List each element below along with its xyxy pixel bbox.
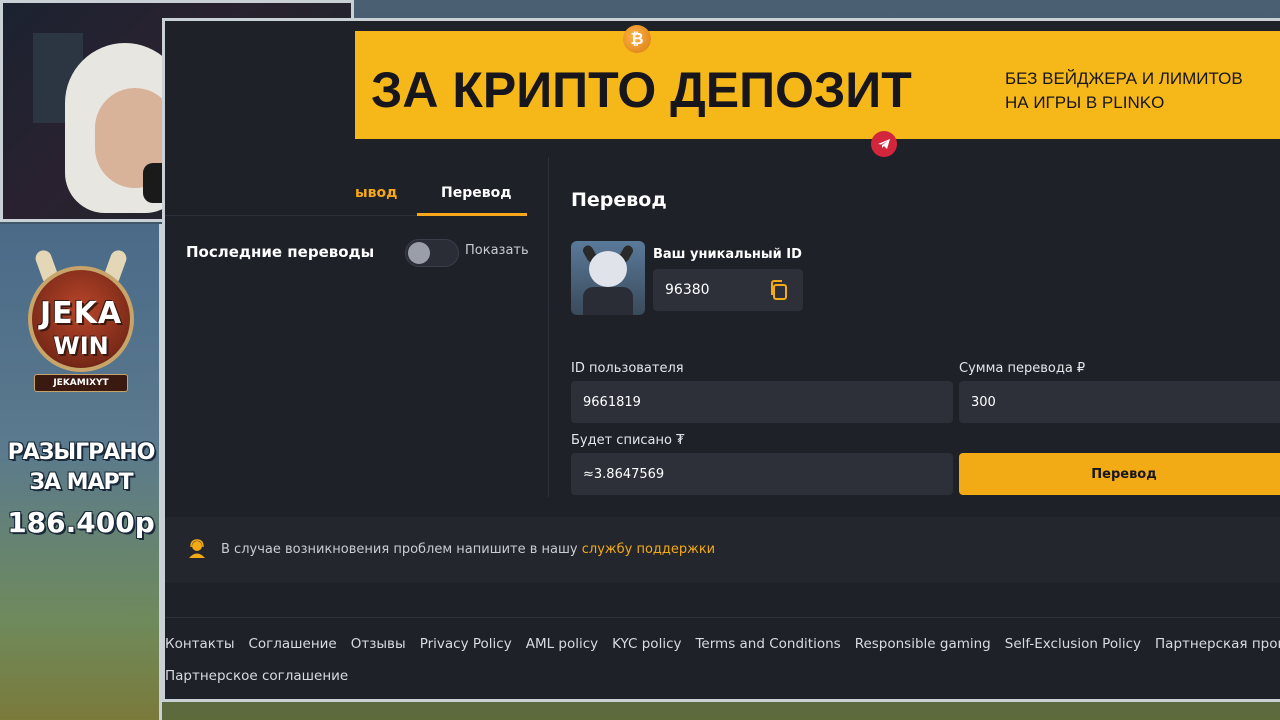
amount-label: Сумма перевода ₽ <box>959 361 1086 376</box>
footer-link-terms[interactable]: Terms and Conditions <box>695 636 840 652</box>
jekawin-logo: JEKA WIN JEKAMIXYT <box>22 248 140 392</box>
bitcoin-icon: ₿ <box>623 25 651 53</box>
telegram-icon[interactable] <box>871 131 897 157</box>
banner-sub-line1: БЕЗ ВЕЙДЖЕРА И ЛИМИТОВ <box>1005 69 1243 88</box>
copy-icon[interactable] <box>769 279 789 301</box>
support-link[interactable]: службу поддержки <box>582 542 715 557</box>
stream-side-panel: JEKA WIN JEKAMIXYT РАЗЫГРАНО ЗА МАРТ 186… <box>0 224 162 720</box>
user-id-label: ID пользователя <box>571 361 684 376</box>
footer-link-reviews[interactable]: Отзывы <box>351 636 406 652</box>
transfer-form: Перевод Ваш уникальный ID 96380 ID польз… <box>549 157 1280 497</box>
promo-line2: ЗА МАРТ <box>29 470 133 495</box>
support-message: В случае возникновения проблем напишите … <box>221 542 715 557</box>
debit-label: Будет списано ₮ <box>571 433 685 448</box>
footer-link-partner-agreement[interactable]: Партнерское соглашение <box>165 668 348 684</box>
footer-link-privacy[interactable]: Privacy Policy <box>420 636 512 652</box>
footer-link-agreement[interactable]: Соглашение <box>248 636 336 652</box>
avatar-suit <box>583 287 633 315</box>
promo-banner[interactable]: ЗА КРИПТО ДЕПОЗИТ БЕЗ ВЕЙДЖЕРА И ЛИМИТОВ… <box>355 25 1280 157</box>
banner-subtext: БЕЗ ВЕЙДЖЕРА И ЛИМИТОВ НА ИГРЫ В PLINKO <box>1005 67 1243 115</box>
avatar-head <box>589 251 627 287</box>
footer-link-aml[interactable]: AML policy <box>526 636 598 652</box>
unique-id-box: 96380 <box>653 269 803 311</box>
support-text: В случае возникновения проблем напишите … <box>221 542 582 557</box>
transfer-title: Перевод <box>571 189 667 211</box>
active-tab-underline <box>417 213 527 216</box>
banner-sub-line2: НА ИГРЫ В PLINKO <box>1005 93 1165 112</box>
tab-transfer[interactable]: Перевод <box>441 185 512 201</box>
toggle-label: Показать <box>465 243 529 258</box>
transfer-nav: ывод Перевод Последние переводы Показать <box>165 157 549 497</box>
support-bar: В случае возникновения проблем напишите … <box>165 517 1280 583</box>
unique-id-value: 96380 <box>665 282 710 298</box>
recent-transfers-label: Последние переводы <box>186 243 375 261</box>
debit-field <box>571 453 953 495</box>
footer-link-partner-program[interactable]: Партнерская программа <box>1155 636 1280 652</box>
promo-amount: 186.400р <box>7 506 155 539</box>
tab-divider <box>165 215 417 216</box>
footer-links: Контакты Соглашение Отзывы Privacy Polic… <box>165 636 1280 652</box>
unique-id-label: Ваш уникальный ID <box>653 247 802 262</box>
footer-link-self-exclusion[interactable]: Self-Exclusion Policy <box>1005 636 1141 652</box>
footer: Контакты Соглашение Отзывы Privacy Polic… <box>165 617 1280 699</box>
footer-link-contacts[interactable]: Контакты <box>165 636 234 652</box>
amount-input[interactable] <box>959 381 1280 423</box>
footer-link-kyc[interactable]: KYC policy <box>612 636 681 652</box>
toggle-knob <box>408 242 430 264</box>
logo-line2: WIN <box>53 332 109 360</box>
transfer-submit-button[interactable]: Перевод <box>959 453 1280 495</box>
tab-withdraw[interactable]: ывод <box>355 185 397 201</box>
transfer-section: ывод Перевод Последние переводы Показать… <box>165 157 1280 497</box>
casino-page: ЗА КРИПТО ДЕПОЗИТ БЕЗ ВЕЙДЖЕРА И ЛИМИТОВ… <box>162 18 1280 702</box>
footer-link-responsible[interactable]: Responsible gaming <box>855 636 991 652</box>
show-recent-toggle[interactable] <box>405 239 459 267</box>
support-agent-icon <box>189 539 205 558</box>
user-id-input[interactable] <box>571 381 953 423</box>
logo-tag: JEKAMIXYT <box>34 374 128 392</box>
logo-line1: JEKA <box>39 296 123 331</box>
promo-line1: РАЗЫГРАНО <box>7 440 156 465</box>
banner-headline: ЗА КРИПТО ДЕПОЗИТ <box>371 62 912 118</box>
user-avatar <box>571 241 645 315</box>
